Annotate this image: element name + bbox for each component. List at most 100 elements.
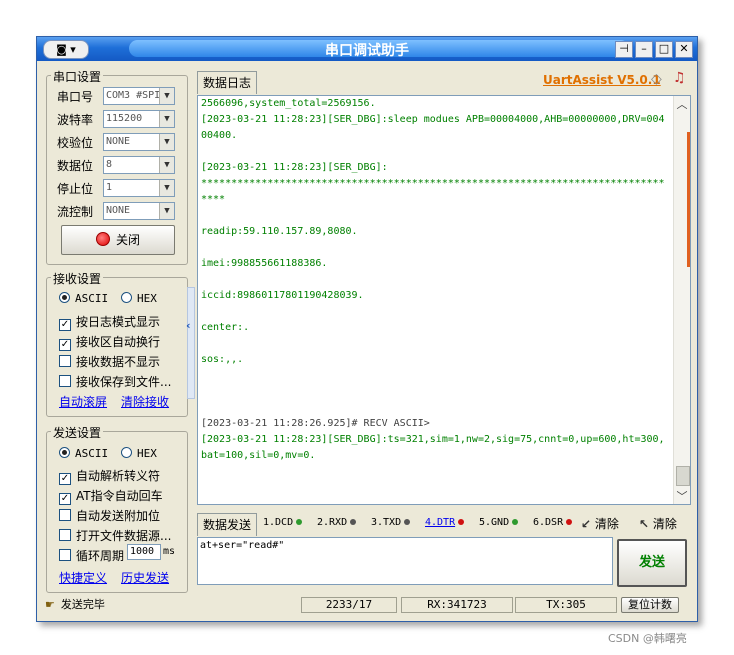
receive-settings-title: 接收设置 xyxy=(51,270,104,287)
send-option-label: AT指令自动回车 xyxy=(76,489,163,503)
checkbox-unchecked-icon xyxy=(59,549,71,561)
chevron-down-icon[interactable]: ▼ xyxy=(159,203,174,219)
log-line: iccid:89860117801190428039. xyxy=(201,290,364,301)
signal-led-icon xyxy=(350,519,357,525)
receive-option-checkbox[interactable]: ✓ 接收区自动换行 xyxy=(59,333,160,351)
diamond-icon[interactable]: ◇ xyxy=(651,71,662,87)
panel-collapse-handle[interactable] xyxy=(187,287,195,399)
receive-option-checkbox[interactable]: 接收数据不显示 xyxy=(59,353,160,370)
checkbox-checked-icon: ✓ xyxy=(59,339,71,351)
minimize-button[interactable]: – xyxy=(635,41,653,58)
status-message: 发送完毕 xyxy=(60,598,105,611)
chevron-down-icon[interactable]: ▼ xyxy=(159,157,174,173)
send-option-checkbox[interactable]: 循环周期 xyxy=(59,547,124,564)
signal-label[interactable]: 4.DTR xyxy=(425,517,455,528)
clear-send-button[interactable]: ↙ 清除 xyxy=(581,515,619,532)
serial-setting-value: NONE xyxy=(106,136,131,147)
reset-count-button[interactable]: 复位计数 xyxy=(621,597,679,613)
title-bar[interactable]: 串口调试助手 ◙ ▾ ⊣ – □ ✕ xyxy=(37,37,697,61)
send-input[interactable]: at+ser="read#" xyxy=(197,537,613,585)
serial-setting-combo[interactable]: COM3 #SPI ▼ xyxy=(103,87,175,105)
status-counter: 2233/17 xyxy=(301,597,397,613)
checkbox-unchecked-icon xyxy=(59,375,71,387)
send-hex-radio[interactable]: HEX xyxy=(121,447,157,460)
scroll-up-icon[interactable]: ︿ xyxy=(674,96,690,112)
chevron-down-icon[interactable]: ▼ xyxy=(159,180,174,196)
send-option-checkbox[interactable]: ✓ 自动解析转义符 xyxy=(59,467,160,485)
receive-hex-radio[interactable]: HEX xyxy=(121,292,157,305)
pin-icon[interactable]: ⊣ xyxy=(615,41,633,58)
system-menu-button[interactable]: ◙ ▾ xyxy=(43,40,89,59)
signal-indicator[interactable]: 2.RXD xyxy=(317,517,357,528)
clear-receive-link[interactable]: 清除接收 xyxy=(121,393,169,410)
scroll-thumb[interactable] xyxy=(676,466,690,486)
status-message-area: ☛ 发送完毕 xyxy=(45,597,105,613)
signal-led-icon xyxy=(566,519,573,525)
auto-scroll-link[interactable]: 自动滚屏 xyxy=(59,393,107,410)
send-ascii-radio[interactable]: ASCII xyxy=(59,447,108,460)
radio-selected-icon xyxy=(59,292,70,303)
shortcut-define-link[interactable]: 快捷定义 xyxy=(59,569,107,586)
log-text: 2566096,system_total=2569156. [2023-03-21… xyxy=(201,96,665,464)
period-input[interactable]: 1000 xyxy=(127,544,161,560)
signal-led-icon xyxy=(458,519,465,525)
log-line: ****************************************… xyxy=(201,178,665,205)
serial-setting-combo[interactable]: NONE ▼ xyxy=(103,133,175,151)
serial-setting-combo[interactable]: NONE ▼ xyxy=(103,202,175,220)
clear-receive-button[interactable]: ↖ 清除 xyxy=(639,515,677,532)
log-scrollbar[interactable]: ︿ ﹀ xyxy=(673,96,690,504)
serial-setting-value: COM3 #SPI xyxy=(106,90,161,101)
bell-icon[interactable]: ♫ xyxy=(673,70,686,86)
signal-label: 1.DCD xyxy=(263,517,294,528)
hand-icon: ☛ xyxy=(45,598,55,611)
signal-label: 2.RXD xyxy=(317,517,348,528)
send-option-checkbox[interactable]: ✓ AT指令自动回车 xyxy=(59,487,163,505)
signal-indicator[interactable]: 3.TXD xyxy=(371,517,411,528)
receive-ascii-radio[interactable]: ASCII xyxy=(59,292,108,305)
signal-indicator[interactable]: 5.GND xyxy=(479,517,519,528)
serial-setting-value: 8 xyxy=(106,159,113,170)
receive-log-pane[interactable]: 2566096,system_total=2569156. [2023-03-21… xyxy=(197,95,691,505)
checkbox-unchecked-icon xyxy=(59,529,71,541)
send-button[interactable]: 发送 xyxy=(617,539,687,587)
send-option-checkbox[interactable]: 自动发送附加位 xyxy=(59,507,160,524)
scroll-down-icon[interactable]: ﹀ xyxy=(674,488,690,504)
serial-setting-value: NONE xyxy=(106,205,131,216)
close-window-button[interactable]: ✕ xyxy=(675,41,693,58)
brand-link[interactable]: UartAssist V5.0.1 xyxy=(543,73,661,87)
tab-data-log[interactable]: 数据日志 xyxy=(197,71,257,94)
port-status-led-icon xyxy=(95,232,110,246)
send-history-link[interactable]: 历史发送 xyxy=(121,569,169,586)
radio-unselected-icon xyxy=(121,292,132,303)
serial-setting-combo[interactable]: 115200 ▼ xyxy=(103,110,175,128)
csdn-watermark: CSDN @韩曙亮 xyxy=(608,632,687,645)
receive-ascii-label: ASCII xyxy=(75,292,109,305)
chevron-down-icon[interactable]: ▼ xyxy=(159,111,174,127)
chevron-down-icon[interactable]: ▼ xyxy=(159,88,174,104)
tab-data-send[interactable]: 数据发送 xyxy=(197,513,257,536)
send-option-label: 自动解析转义符 xyxy=(76,469,161,483)
serial-setting-label: 流控制 xyxy=(57,205,94,219)
close-port-button[interactable]: 关闭 xyxy=(61,225,175,255)
send-ascii-label: ASCII xyxy=(75,447,109,460)
log-line: imei:998855661188386. xyxy=(201,258,328,269)
close-port-label: 关闭 xyxy=(115,233,140,247)
signal-indicator[interactable]: 6.DSR xyxy=(533,517,573,528)
clear-send-label: 清除 xyxy=(594,517,619,531)
serial-setting-combo[interactable]: 1 ▼ xyxy=(103,179,175,197)
receive-option-checkbox[interactable]: ✓ 按日志模式显示 xyxy=(59,313,160,331)
signal-indicator[interactable]: 1.DCD xyxy=(263,517,303,528)
receive-option-checkbox[interactable]: 接收保存到文件... xyxy=(59,373,171,390)
chevron-down-icon[interactable]: ▼ xyxy=(159,134,174,150)
maximize-button[interactable]: □ xyxy=(655,41,673,58)
clear-up-arrow-icon: ↖ xyxy=(639,517,650,531)
signal-indicator[interactable]: 4.DTR xyxy=(425,517,465,528)
serial-setting-combo[interactable]: 8 ▼ xyxy=(103,156,175,174)
send-option-checkbox[interactable]: 打开文件数据源... xyxy=(59,527,171,544)
serial-setting-label: 停止位 xyxy=(57,182,94,196)
